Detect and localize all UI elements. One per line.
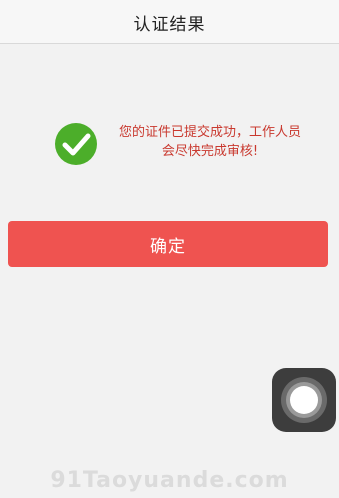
assistive-touch-button[interactable]	[272, 368, 336, 432]
navigation-bar: 认证结果	[0, 0, 339, 44]
page-title: 认证结果	[133, 15, 206, 35]
assistive-touch-icon	[281, 377, 327, 423]
result-message: 您的证件已提交成功，工作人员 会尽快完成审核!	[105, 123, 315, 161]
watermark-text: 91Taoyuande.com	[50, 468, 289, 493]
check-circle-icon	[54, 122, 98, 166]
result-message-line-1: 您的证件已提交成功，工作人员	[118, 125, 301, 140]
result-message-block: 您的证件已提交成功，工作人员 会尽快完成审核!	[54, 120, 324, 166]
result-message-line-2: 会尽快完成审核!	[161, 144, 259, 159]
confirm-button[interactable]: 确定	[8, 221, 328, 267]
